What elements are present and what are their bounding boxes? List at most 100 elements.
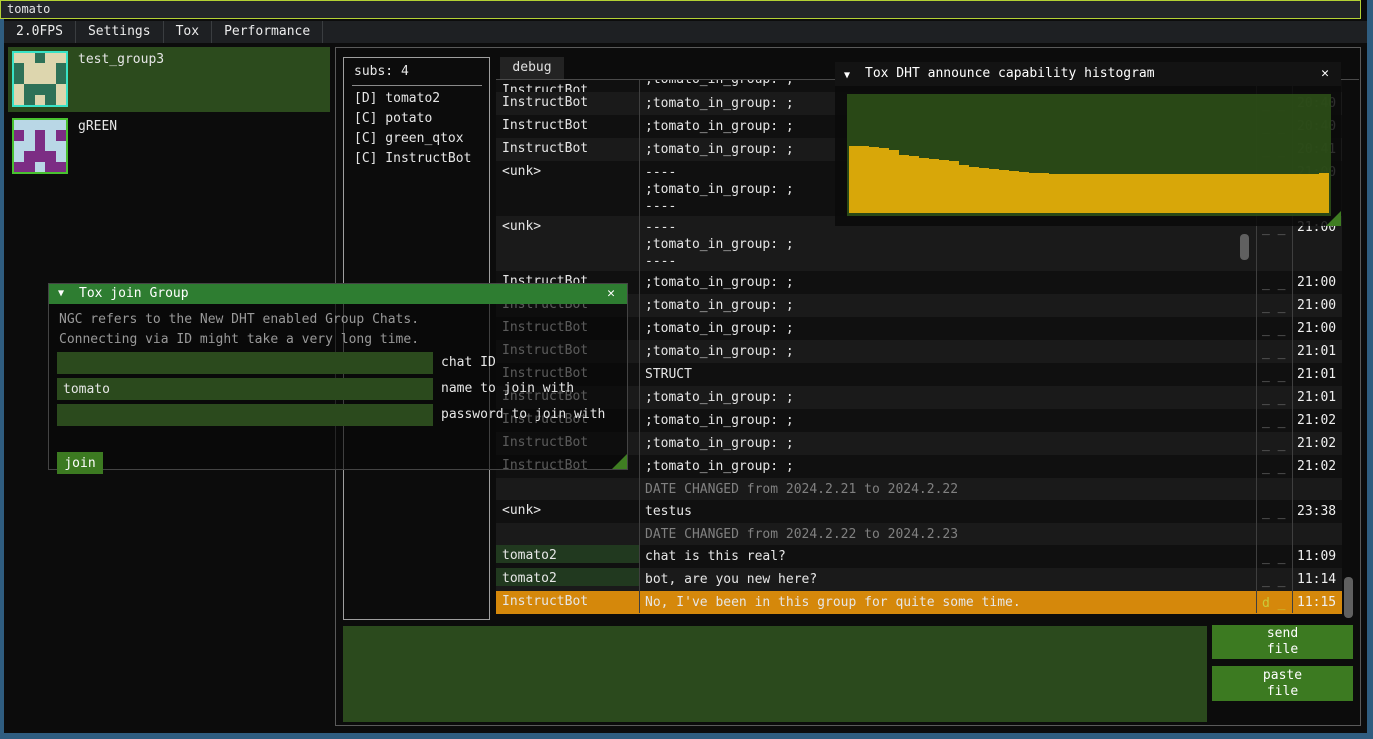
- resize-grip-icon[interactable]: [612, 454, 627, 469]
- avatar-pixel: [14, 130, 24, 140]
- histogram-bar: [1029, 173, 1039, 213]
- chat-message-text: ---- ;tomato_in_group: ; ----: [645, 164, 794, 215]
- close-icon[interactable]: ✕: [1321, 62, 1329, 86]
- panel-scrollbar-thumb[interactable]: [1344, 577, 1353, 618]
- menu-item-2-0fps[interactable]: 2.0FPS: [4, 21, 76, 43]
- window-frame-left: [0, 19, 4, 739]
- chat-sender-name: InstructBot: [496, 92, 639, 110]
- avatar-pixel: [45, 53, 55, 63]
- sidebar-group-test_group3[interactable]: test_group3: [8, 47, 330, 112]
- histogram-bar: [1289, 174, 1299, 213]
- chat-delivery-status: _ _: [1262, 413, 1285, 430]
- send-file-button[interactable]: send file: [1212, 625, 1353, 659]
- histogram-bar: [1179, 174, 1189, 213]
- member-item[interactable]: [C] potato: [344, 109, 489, 129]
- member-item[interactable]: [D] tomato2: [344, 89, 489, 109]
- avatar-pixel: [45, 130, 55, 140]
- collapse-arrow-icon[interactable]: ▼: [844, 64, 850, 88]
- avatar-pixel: [35, 63, 45, 73]
- resize-grip-icon[interactable]: [1326, 211, 1341, 226]
- chat-message-text: ;tomato_in_group: ;: [645, 274, 794, 291]
- avatar-pixel: [45, 162, 55, 172]
- avatar-pixel: [56, 84, 66, 94]
- histogram-bar: [1319, 173, 1329, 213]
- menu-item-tox[interactable]: Tox: [164, 21, 212, 43]
- avatar-pixel: [24, 95, 34, 105]
- avatar-pixel: [24, 74, 34, 84]
- join-name-input[interactable]: [57, 378, 433, 400]
- menu-item-performance[interactable]: Performance: [212, 21, 323, 43]
- chat-message-text: bot, are you new here?: [645, 571, 817, 588]
- message-input[interactable]: [343, 626, 1207, 722]
- chat-timestamp: 21:00: [1297, 274, 1336, 291]
- window-titlebar[interactable]: tomato: [0, 0, 1361, 19]
- avatar-pixel: [35, 120, 45, 130]
- histogram-bar: [1239, 174, 1249, 213]
- avatar-pixel: [35, 84, 45, 94]
- histogram-bar: [919, 158, 929, 213]
- chat-delivery-status: _ _: [1262, 459, 1285, 476]
- paste-file-button[interactable]: paste file: [1212, 666, 1353, 701]
- chat-message-row[interactable]: tomato2chat is this real?_ _11:09: [496, 545, 1342, 568]
- chat-sender-name: InstructBot: [496, 80, 639, 92]
- avatar-pixel: [14, 63, 24, 73]
- chat-message-text: ;tomato_in_group: ;: [645, 389, 794, 406]
- chat-message-text: ;tomato_in_group: ;: [645, 118, 794, 135]
- avatar-pixel: [14, 53, 24, 63]
- histogram-bar: [1169, 174, 1179, 213]
- tab-debug[interactable]: debug: [500, 57, 564, 79]
- chat-message-row[interactable]: tomato2bot, are you new here?_ _11:14: [496, 568, 1342, 591]
- member-item[interactable]: [C] InstructBot: [344, 149, 489, 169]
- histogram-bar: [1279, 174, 1289, 213]
- collapse-arrow-icon[interactable]: ▼: [58, 284, 64, 304]
- chat-message-text: DATE CHANGED from 2024.2.21 to 2024.2.22: [645, 481, 958, 498]
- member-item[interactable]: [C] green_qtox: [344, 129, 489, 149]
- chat-delivery-status: _ _: [1262, 390, 1285, 407]
- histogram-bar: [1039, 173, 1049, 213]
- avatar-pixel: [45, 120, 55, 130]
- chat-delivery-status: _ _: [1262, 436, 1285, 453]
- chat-date-row[interactable]: DATE CHANGED from 2024.2.22 to 2024.2.23: [496, 523, 1342, 545]
- chat-message-row[interactable]: <unk>testus_ _23:38: [496, 500, 1342, 523]
- histogram-bar: [849, 146, 859, 213]
- chat-timestamp: 21:01: [1297, 343, 1336, 360]
- chat-message-row[interactable]: InstructBotNo, I've been in this group f…: [496, 591, 1342, 614]
- histogram-bar: [1089, 174, 1099, 213]
- chat-message-text: No, I've been in this group for quite so…: [645, 594, 1021, 611]
- join-group-titlebar[interactable]: ▼ Tox join Group ✕: [49, 284, 627, 304]
- avatar-pixel: [24, 63, 34, 73]
- join-button[interactable]: join: [57, 452, 103, 474]
- avatar-pixel: [45, 84, 55, 94]
- avatar-pixel: [56, 162, 66, 172]
- group-avatar: [12, 51, 68, 107]
- chat-delivery-status: _ _: [1262, 504, 1285, 521]
- avatar-pixel: [56, 74, 66, 84]
- join-help-line2: Connecting via ID might take a very long…: [59, 332, 419, 347]
- chat-scrollbar-thumb[interactable]: [1240, 234, 1249, 260]
- chat-message-text: ;tomato_in_group: ;: [645, 343, 794, 360]
- histogram-bar: [1139, 174, 1149, 213]
- join-help-line1: NGC refers to the New DHT enabled Group …: [59, 312, 419, 327]
- histogram-bar: [1209, 174, 1219, 213]
- sidebar-group-gREEN[interactable]: gREEN: [8, 114, 330, 179]
- chat-timestamp: 23:38: [1297, 503, 1336, 520]
- window-title: tomato: [7, 2, 50, 16]
- close-icon[interactable]: ✕: [607, 284, 615, 304]
- histogram-bar: [859, 146, 869, 213]
- chat-id-input[interactable]: [57, 352, 433, 374]
- avatar-pixel: [56, 95, 66, 105]
- avatar-pixel: [56, 130, 66, 140]
- avatar-pixel: [56, 151, 66, 161]
- avatar-pixel: [24, 151, 34, 161]
- avatar-pixel: [14, 120, 24, 130]
- chat-timestamp: 11:09: [1297, 548, 1336, 565]
- dht-histogram-titlebar[interactable]: ▼ Tox DHT announce capability histogram …: [835, 62, 1341, 86]
- chat-message-text: chat is this real?: [645, 548, 786, 565]
- chat-timestamp: 21:01: [1297, 389, 1336, 406]
- join-password-input[interactable]: [57, 404, 433, 426]
- menu-item-settings[interactable]: Settings: [76, 21, 164, 43]
- chat-message-text: ;tomato_in_group: ;: [645, 95, 794, 112]
- chat-delivery-status: _ _: [1262, 275, 1285, 292]
- chat-date-row[interactable]: DATE CHANGED from 2024.2.21 to 2024.2.22: [496, 478, 1342, 500]
- histogram-bar: [869, 147, 879, 213]
